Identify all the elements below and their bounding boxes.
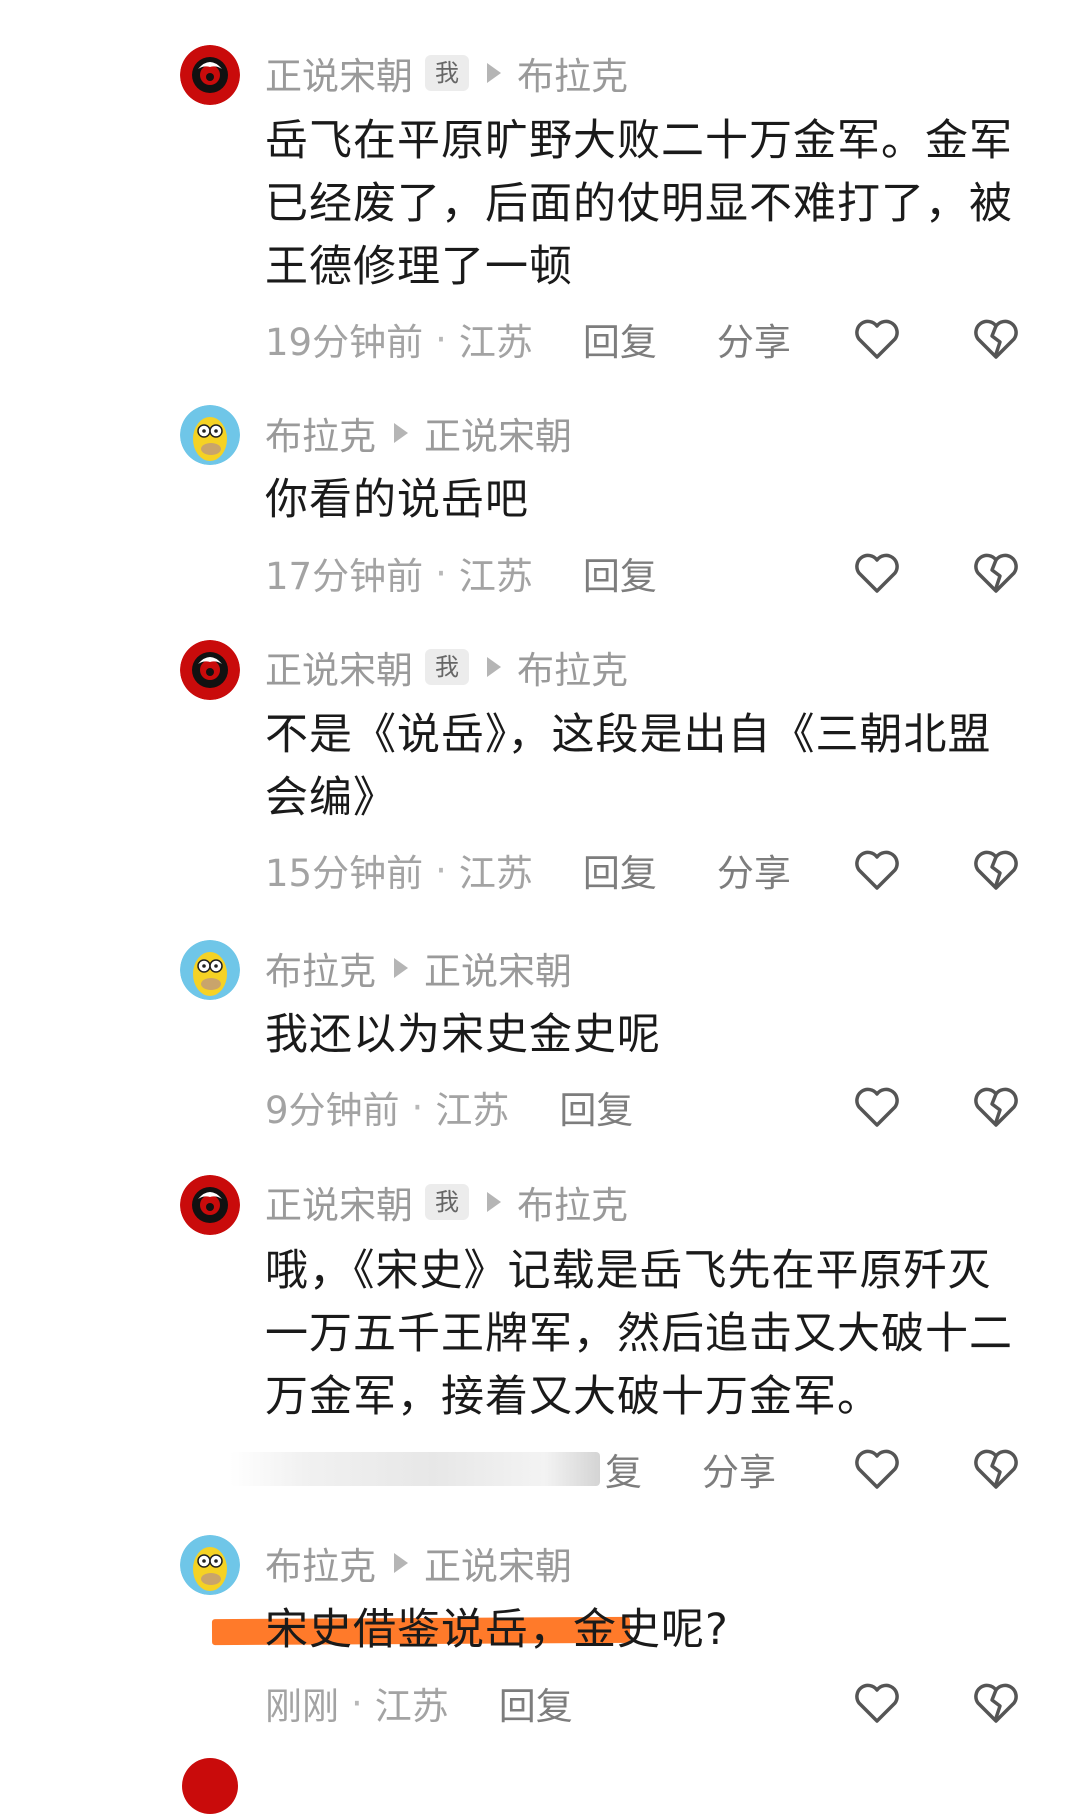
comment-text: 你看的说岳吧 bbox=[265, 475, 529, 525]
broken-heart-icon[interactable] bbox=[971, 1678, 1021, 1728]
heart-outline-icon[interactable] bbox=[852, 1444, 902, 1494]
comment-footer: 17分钟前 · 江苏 回复 bbox=[265, 548, 1045, 598]
reply-button[interactable]: 复 bbox=[605, 1442, 642, 1496]
reply-button[interactable]: 回复 bbox=[499, 1676, 573, 1730]
author-name[interactable]: 布拉克 bbox=[265, 406, 376, 460]
comment-text: 哦，《宋史》记载是岳飞先在平原歼灭一万五千王牌军，然后追击又大破十二万金军，接着… bbox=[265, 1246, 1013, 1422]
heart-outline-icon[interactable] bbox=[852, 548, 902, 598]
share-button[interactable]: 分享 bbox=[717, 843, 791, 897]
author-name[interactable]: 布拉克 bbox=[265, 1536, 376, 1590]
broken-heart-icon[interactable] bbox=[971, 548, 1021, 598]
heart-outline-icon[interactable] bbox=[852, 1678, 902, 1728]
comment-time: 17分钟前 bbox=[265, 555, 424, 598]
avatar-yellow[interactable] bbox=[180, 405, 240, 465]
broken-heart-icon[interactable] bbox=[971, 314, 1021, 364]
reply-button[interactable]: 回复 bbox=[559, 1080, 633, 1134]
comment-footer: 复 分享 bbox=[265, 1444, 1045, 1494]
comment-footer: 19分钟前 · 江苏 回复 分享 bbox=[265, 314, 1045, 364]
comment-time: 15分钟前 bbox=[265, 852, 424, 895]
comment-text: 宋史借鉴说岳，金史呢? bbox=[265, 1605, 729, 1655]
comment-header: 布拉克 正说宋朝 bbox=[265, 1541, 572, 1588]
reply-target-name[interactable]: 布拉克 bbox=[517, 1175, 628, 1229]
avatar-yellow[interactable] bbox=[180, 940, 240, 1000]
reply-button[interactable]: 回复 bbox=[583, 843, 657, 897]
comment-header: 正说宋朝 我 布拉克 bbox=[265, 51, 628, 98]
broken-heart-icon[interactable] bbox=[971, 1444, 1021, 1494]
comment-location: 江苏 bbox=[458, 852, 533, 895]
separator-dot: · bbox=[411, 1085, 424, 1129]
reply-arrow-icon bbox=[487, 657, 501, 677]
avatar-red[interactable] bbox=[180, 1175, 240, 1235]
comment-footer: 9分钟前 · 江苏 回复 bbox=[265, 1082, 1045, 1132]
reply-target-name[interactable]: 正说宋朝 bbox=[424, 406, 572, 460]
comment-location: 江苏 bbox=[435, 1089, 510, 1132]
separator-dot: · bbox=[435, 317, 447, 361]
reply-arrow-icon bbox=[394, 958, 408, 978]
reply-arrow-icon bbox=[394, 1553, 408, 1573]
reply-arrow-icon bbox=[487, 63, 501, 83]
next-comment-avatar[interactable] bbox=[182, 1758, 238, 1814]
heart-outline-icon[interactable] bbox=[852, 314, 902, 364]
share-button[interactable]: 分享 bbox=[717, 312, 791, 366]
heart-outline-icon[interactable] bbox=[852, 845, 902, 895]
reply-button[interactable]: 回复 bbox=[583, 546, 657, 600]
reply-target-name[interactable]: 正说宋朝 bbox=[424, 1536, 572, 1590]
comment-header: 布拉克 正说宋朝 bbox=[265, 946, 572, 993]
avatar-yellow[interactable] bbox=[180, 1535, 240, 1595]
separator-dot: · bbox=[351, 1681, 363, 1725]
comment-time: 刚刚 bbox=[265, 1685, 339, 1728]
comment-text: 我还以为宋史金史呢 bbox=[265, 1010, 661, 1060]
avatar-red[interactable] bbox=[180, 45, 240, 105]
reply-target-name[interactable]: 正说宋朝 bbox=[424, 941, 572, 995]
comment-time: 9分钟前 bbox=[265, 1089, 400, 1132]
comment-location: 江苏 bbox=[374, 1685, 449, 1728]
comment-text: 不是《说岳》，这段是出自《三朝北盟会编》 bbox=[265, 710, 992, 823]
me-badge: 我 bbox=[425, 55, 469, 91]
share-button[interactable]: 分享 bbox=[702, 1442, 776, 1496]
comment-header: 布拉克 正说宋朝 bbox=[265, 411, 572, 458]
author-name[interactable]: 布拉克 bbox=[265, 941, 376, 995]
author-name[interactable]: 正说宋朝 bbox=[265, 640, 413, 694]
separator-dot: · bbox=[435, 551, 447, 595]
avatar-red[interactable] bbox=[180, 640, 240, 700]
me-badge: 我 bbox=[425, 1184, 469, 1220]
comment-header: 正说宋朝 我 布拉克 bbox=[265, 1180, 628, 1227]
separator-dot: · bbox=[435, 848, 447, 892]
comment-footer: 15分钟前 · 江苏 回复 分享 bbox=[265, 845, 1045, 895]
heart-outline-icon[interactable] bbox=[852, 1082, 902, 1132]
broken-heart-icon[interactable] bbox=[971, 1082, 1021, 1132]
comment-location: 江苏 bbox=[458, 555, 533, 598]
author-name[interactable]: 正说宋朝 bbox=[265, 1175, 413, 1229]
broken-heart-icon[interactable] bbox=[971, 845, 1021, 895]
comment-text: 岳飞在平原旷野大败二十万金军。金军已经废了，后面的仗明显不难打了，被王德修理了一… bbox=[265, 116, 1013, 292]
comment-header: 正说宋朝 我 布拉克 bbox=[265, 645, 628, 692]
comment-footer: 刚刚 · 江苏 回复 bbox=[265, 1678, 1045, 1728]
reply-arrow-icon bbox=[394, 423, 408, 443]
reply-button[interactable]: 回复 bbox=[583, 312, 657, 366]
author-name[interactable]: 正说宋朝 bbox=[265, 46, 413, 100]
me-badge: 我 bbox=[425, 649, 469, 685]
comment-location: 江苏 bbox=[458, 321, 533, 364]
reply-target-name[interactable]: 布拉克 bbox=[517, 46, 628, 100]
reply-target-name[interactable]: 布拉克 bbox=[517, 640, 628, 694]
reply-arrow-icon bbox=[487, 1192, 501, 1212]
comment-time: 19分钟前 bbox=[265, 321, 424, 364]
